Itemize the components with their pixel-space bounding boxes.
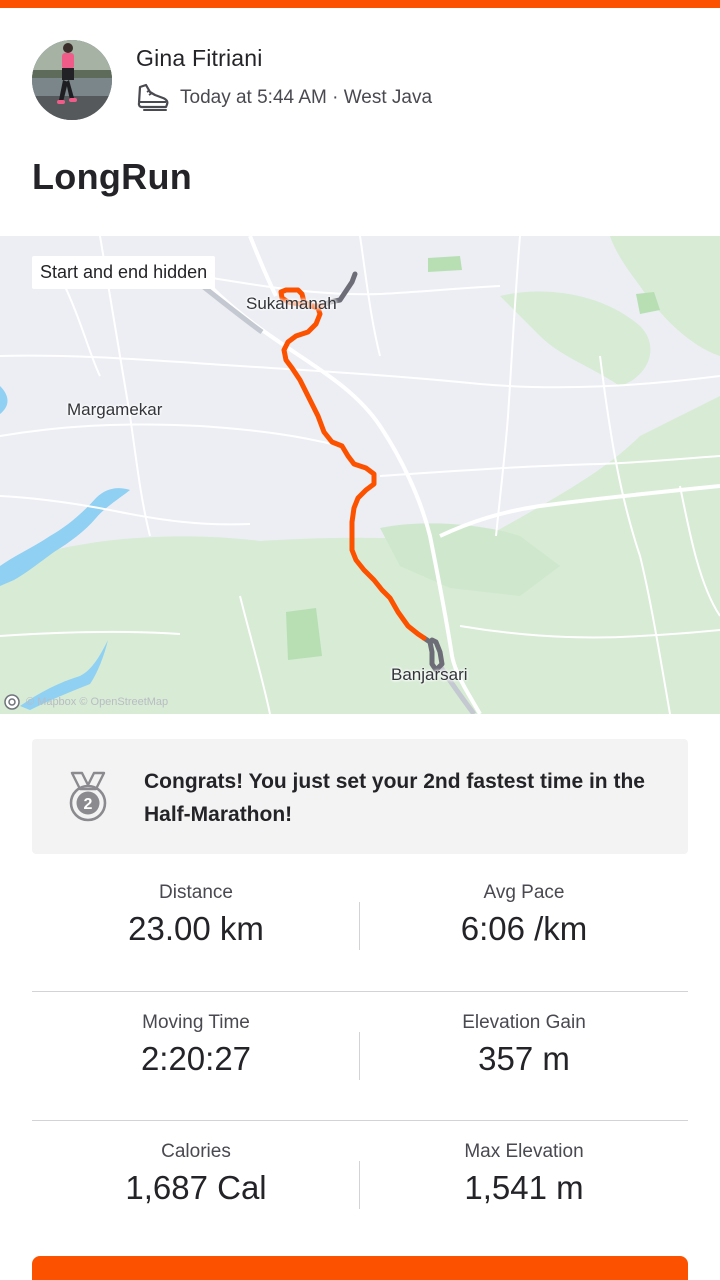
stat-value: 357 m (478, 1040, 570, 1077)
avatar[interactable] (32, 40, 112, 120)
stat-label: Avg Pace (483, 882, 565, 903)
achievement-text: Congrats! You just set your 2nd fastest … (144, 770, 645, 826)
stat-label: Calories (161, 1141, 231, 1162)
stat-value: 2:20:27 (140, 1040, 252, 1077)
stat-calories: Calories 1,687 Cal (32, 1121, 360, 1250)
stat-label: Distance (159, 882, 233, 903)
stat-max-elevation: Max Elevation 1,541 m (360, 1121, 688, 1250)
stat-row: Calories 1,687 Cal Max Elevation 1,541 m (32, 1120, 688, 1249)
activity-header: Gina Fitriani Today at 5:44 AM · West Ja… (32, 40, 688, 120)
primary-action-button[interactable] (32, 1256, 688, 1280)
place-label: Banjarsari (391, 665, 468, 684)
mapbox-logo-icon (4, 694, 20, 710)
stat-label: Elevation Gain (462, 1012, 586, 1033)
activity-title[interactable]: LongRun (32, 156, 192, 198)
stat-value: 1,541 m (464, 1169, 584, 1206)
stats-grid: Distance 23.00 km Avg Pace 6:06 /km Movi… (32, 862, 688, 1249)
stat-value: 1,687 Cal (125, 1169, 267, 1206)
stat-label: Max Elevation (464, 1141, 584, 1162)
place-label: Sukamanah (246, 294, 337, 313)
stat-row: Distance 23.00 km Avg Pace 6:06 /km (32, 862, 688, 991)
medal-icon: 2 (69, 771, 107, 822)
route-map[interactable]: Start and end hidden Sukamanah Margameka… (0, 236, 720, 714)
stat-value: 6:06 /km (460, 910, 588, 947)
running-shoe-icon (137, 83, 169, 111)
activity-time-location: Today at 5:44 AM · West Java (180, 87, 433, 108)
stat-moving-time: Moving Time 2:20:27 (32, 992, 360, 1121)
stat-distance: Distance 23.00 km (32, 862, 360, 991)
stat-label: Moving Time (142, 1012, 250, 1033)
stat-elevation-gain: Elevation Gain 357 m (360, 992, 688, 1121)
medal-rank: 2 (84, 796, 93, 813)
activity-meta: Today at 5:44 AM · West Java (136, 82, 432, 114)
stat-value: 23.00 km (128, 910, 264, 947)
stat-row: Moving Time 2:20:27 Elevation Gain 357 m (32, 991, 688, 1120)
map-canvas (0, 236, 720, 714)
map-attribution[interactable]: © Mapbox © OpenStreetMap (4, 694, 168, 710)
place-label: Margamekar (67, 400, 163, 419)
privacy-tag: Start and end hidden (32, 256, 216, 289)
attribution-text: © Mapbox © OpenStreetMap (26, 696, 169, 708)
top-accent-bar (0, 0, 720, 8)
achievement-card[interactable]: 2 Congrats! You just set your 2nd fastes… (32, 739, 688, 854)
athlete-name[interactable]: Gina Fitriani (136, 45, 263, 72)
stat-avg-pace: Avg Pace 6:06 /km (360, 862, 688, 991)
